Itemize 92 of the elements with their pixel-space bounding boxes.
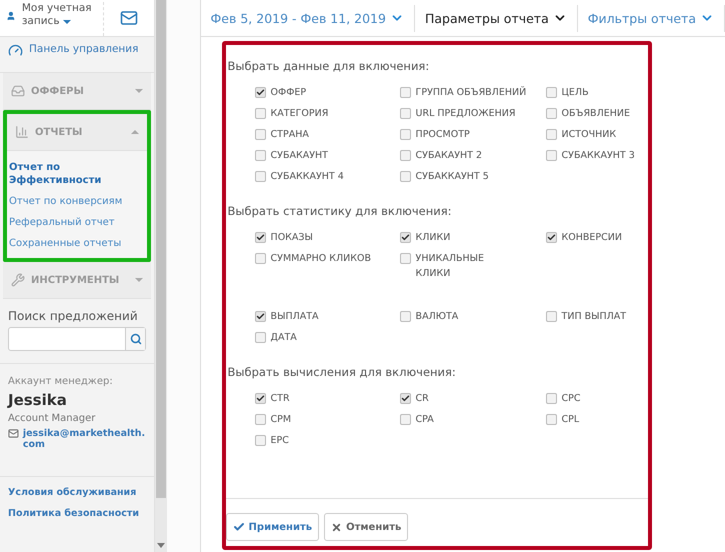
checkbox-option[interactable]: CPM: [254, 412, 400, 427]
checkbox[interactable]: [400, 253, 411, 264]
checkbox[interactable]: [254, 332, 266, 343]
checkbox-option[interactable]: ТИП ВЫПЛАТ: [546, 309, 656, 324]
checkbox[interactable]: [546, 108, 557, 119]
toolbar-dropdown[interactable]: Фев 5, 2019 - Фев 11, 2019: [200, 4, 415, 32]
cancel-button[interactable]: Отменить: [324, 513, 408, 541]
section-icon: [11, 273, 25, 287]
checkbox[interactable]: [254, 171, 266, 182]
caret-icon: [135, 89, 143, 93]
checkbox-option[interactable]: CR: [400, 391, 546, 406]
toolbar-dropdown[interactable]: Параметры отчета: [414, 4, 578, 32]
mail-icon: [8, 428, 19, 439]
gauge-icon: [8, 43, 23, 58]
checkbox-option[interactable]: CPL: [546, 412, 656, 427]
caret-icon: [62, 20, 71, 24]
manager-role: Account Manager: [8, 413, 96, 424]
checkbox[interactable]: [546, 150, 557, 161]
close-icon: [331, 522, 342, 532]
scrollbar[interactable]: [155, 0, 167, 552]
checkbox-option[interactable]: СУБАККАУНТ 4: [254, 169, 400, 184]
checkbox[interactable]: [400, 414, 411, 425]
checkbox-option[interactable]: СУБАКАУНТ: [254, 148, 400, 163]
caret-icon: [135, 278, 143, 282]
checkbox[interactable]: [254, 414, 266, 425]
checkbox[interactable]: [400, 129, 411, 140]
checkbox[interactable]: [400, 150, 411, 161]
manager-name: Jessika: [8, 391, 68, 409]
checkbox[interactable]: [400, 232, 411, 243]
search-label: Поиск предложений: [8, 309, 139, 323]
mail-icon: [120, 9, 138, 27]
checkbox-option[interactable]: СУБАКАУНТ 2: [400, 148, 546, 163]
checkbox[interactable]: [400, 171, 411, 182]
checkbox[interactable]: [546, 393, 557, 404]
checkbox-option[interactable]: СУБАККАУНТ 3: [546, 148, 656, 163]
toolbar-dropdown[interactable]: Фильтры отчета: [578, 4, 725, 32]
checkbox-option[interactable]: СУБАККАУНТ 5: [400, 169, 546, 184]
checkbox-option[interactable]: КОНВЕРСИИ: [546, 230, 656, 245]
email-link[interactable]: jessika@markethealth.com: [22, 428, 146, 450]
checkbox[interactable]: [400, 393, 411, 404]
checkbox[interactable]: [254, 150, 266, 161]
checkbox[interactable]: [254, 232, 266, 243]
checkbox[interactable]: [254, 129, 266, 140]
checkbox-option[interactable]: EPC: [254, 433, 400, 448]
checkbox[interactable]: [254, 311, 266, 322]
checkbox[interactable]: [546, 311, 557, 322]
search-field[interactable]: [8, 327, 146, 351]
checkbox-option[interactable]: ПОКАЗЫ: [254, 230, 400, 245]
footer-link[interactable]: Условия обслуживания: [8, 487, 146, 498]
search-button[interactable]: [125, 328, 145, 350]
check-icon: [232, 521, 245, 533]
checkbox-option[interactable]: URL ПРЕДЛОЖЕНИЯ: [400, 106, 546, 121]
checkbox[interactable]: [254, 253, 266, 264]
checkbox[interactable]: [254, 435, 266, 446]
manager-heading: Аккаунт менеджер:: [8, 376, 114, 387]
checkbox-option[interactable]: ДАТА: [254, 330, 400, 345]
checkbox[interactable]: [254, 393, 266, 404]
checkbox[interactable]: [400, 311, 411, 322]
checkbox-option[interactable]: CTR: [254, 391, 400, 406]
checkbox-option[interactable]: ИСТОЧНИК: [546, 127, 656, 142]
group-title: Выбрать вычисления для включения:: [228, 365, 457, 379]
checkbox-option[interactable]: CPC: [546, 391, 656, 406]
checkbox-option[interactable]: УНИКАЛЬНЫЕ КЛИКИ: [400, 251, 510, 281]
checkbox-option[interactable]: КАТЕГОРИЯ: [254, 106, 400, 121]
apply-button[interactable]: Применить: [226, 513, 320, 541]
checkbox[interactable]: [254, 87, 266, 98]
footer-link[interactable]: Политика безопасности: [8, 508, 146, 519]
checkbox[interactable]: [546, 129, 557, 140]
checkbox-option[interactable]: КЛИКИ: [400, 230, 546, 245]
checkbox-option[interactable]: ПРОСМОТР: [400, 127, 546, 142]
search-icon: [130, 333, 142, 345]
checkbox-option[interactable]: СУММАРНО КЛИКОВ: [254, 251, 400, 303]
section-icon: [11, 84, 25, 98]
group-title: Выбрать данные для включения:: [228, 59, 430, 73]
group-title: Выбрать статистику для включения:: [228, 204, 453, 218]
checkbox-option[interactable]: ВЫПЛАТА: [254, 309, 400, 324]
checkbox[interactable]: [400, 108, 411, 119]
section-icon: [15, 125, 29, 139]
checkbox[interactable]: [400, 87, 411, 98]
checkbox-option[interactable]: ОБЪЯВЛЕНИЕ: [546, 106, 656, 121]
report-link[interactable]: Отчет по Эффективности: [9, 161, 145, 187]
checkbox-option[interactable]: CPA: [400, 412, 546, 427]
checkbox-option[interactable]: СТРАНА: [254, 127, 400, 142]
checkbox-option[interactable]: ГРУППА ОБЪЯВЛЕНИЙ: [400, 85, 546, 100]
checkbox-option[interactable]: ЦЕЛЬ: [546, 85, 656, 100]
checkbox-option[interactable]: ОФФЕР: [254, 85, 400, 100]
checkbox[interactable]: [546, 232, 557, 243]
checkbox[interactable]: [546, 87, 557, 98]
checkbox-option[interactable]: ВАЛЮТА: [400, 309, 546, 324]
caret-icon: [131, 130, 139, 134]
checkbox[interactable]: [254, 108, 266, 119]
checkbox[interactable]: [546, 414, 557, 425]
